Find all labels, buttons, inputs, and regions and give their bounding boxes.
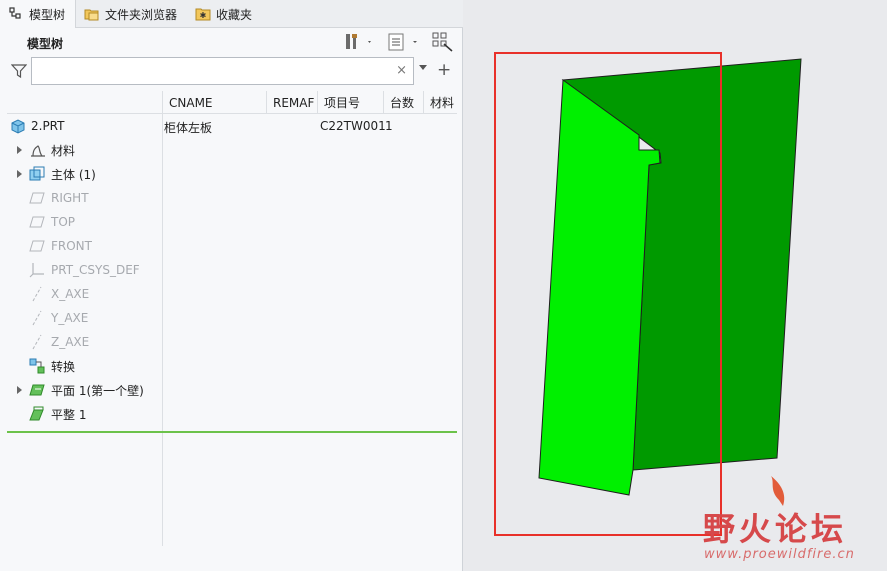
datum-axis-icon [29, 334, 45, 350]
tree-settings-icon [344, 32, 374, 55]
part-icon [10, 118, 26, 134]
tree-row-x-axe[interactable]: X_AXE [7, 282, 457, 306]
insert-here-marker[interactable] [7, 431, 457, 433]
tree-item-label: Y_AXE [51, 311, 89, 325]
tree-row-top[interactable]: TOP [7, 210, 457, 234]
model-tree-icon [8, 6, 24, 22]
datum-plane-icon [29, 190, 45, 206]
tab-folder-browser[interactable]: 文件夹浏览器 [76, 0, 187, 28]
material-icon [29, 142, 45, 158]
tree-item-label: FRONT [51, 239, 92, 253]
datum-axis-icon [29, 310, 45, 326]
tree-row-root[interactable]: 2.PRT 柜体左板 C22TW001 1 [7, 114, 457, 138]
tab-label: 模型树 [29, 7, 66, 22]
watermark-text: 野火论坛 [703, 510, 848, 548]
expand-arrow-icon[interactable] [17, 146, 22, 154]
graphics-window[interactable]: 野火论坛 www.proewildfire.cn [463, 0, 887, 571]
convert-icon [29, 358, 45, 374]
tab-label: 收藏夹 [216, 7, 253, 22]
tree-item-label: 平整 1 [51, 407, 87, 422]
navigator-tabbar: 模型树 文件夹浏览器 ✱ 收藏夹 [0, 0, 463, 28]
tree-filter-icon [432, 32, 454, 55]
filter-funnel-icon[interactable] [10, 63, 28, 79]
tree-row-material[interactable]: 材料 [7, 138, 457, 162]
tree-row-y-axe[interactable]: Y_AXE [7, 306, 457, 330]
cell-count: 1 [385, 119, 393, 133]
expand-arrow-icon[interactable] [17, 170, 22, 178]
column-header-cname[interactable]: CNAME [162, 91, 266, 114]
tab-favorites[interactable]: ✱ 收藏夹 [187, 0, 262, 28]
tree-item-label: RIGHT [51, 191, 89, 205]
cell-cname: 柜体左板 [164, 121, 213, 135]
tree-item-label: Z_AXE [51, 335, 90, 349]
cell-project: C22TW001 [320, 119, 386, 133]
tree-show-icon [387, 32, 421, 55]
tree-row-planar-wall[interactable]: 平面 1(第一个壁) [7, 378, 457, 402]
tree-row-body[interactable]: 主体 (1) [7, 162, 457, 186]
body-icon [29, 166, 45, 182]
column-header-remark[interactable]: REMAF [266, 91, 317, 114]
expand-arrow-icon[interactable] [17, 386, 22, 394]
folder-browser-icon [84, 6, 100, 22]
datum-axis-icon [29, 286, 45, 302]
watermark-url: www.proewildfire.cn [704, 547, 855, 562]
search-dropdown-button[interactable] [419, 65, 427, 70]
tab-label: 文件夹浏览器 [105, 7, 178, 22]
tree-row-right[interactable]: RIGHT [7, 186, 457, 210]
tree-item-label: 转换 [51, 359, 76, 374]
tree-item-label: 主体 (1) [51, 167, 96, 182]
tree-row-front[interactable]: FRONT [7, 234, 457, 258]
planar-wall-icon [29, 382, 45, 398]
tree-item-label: PRT_CSYS_DEF [51, 263, 140, 277]
tree-show-button[interactable] [387, 33, 421, 53]
column-header-project[interactable]: 项目号 [317, 91, 383, 114]
tab-model-tree[interactable]: 模型树 [0, 0, 77, 28]
svg-text:✱: ✱ [200, 11, 207, 20]
tree-row-convert[interactable]: 转换 [7, 354, 457, 378]
add-column-button[interactable]: + [437, 60, 451, 80]
favorites-icon: ✱ [195, 6, 211, 22]
tree-item-label: 平面 1(第一个壁) [51, 383, 144, 398]
flat-wall-icon [29, 406, 45, 422]
csys-icon [29, 262, 45, 278]
column-header-material[interactable]: 材料 [423, 91, 457, 114]
datum-plane-icon [29, 238, 45, 254]
datum-plane-icon [29, 214, 45, 230]
watermark-flame-icon [771, 476, 785, 506]
tree-row-csys[interactable]: PRT_CSYS_DEF [7, 258, 457, 282]
tree-search-field[interactable]: × [31, 57, 414, 85]
clear-search-button[interactable]: × [396, 64, 407, 78]
panel-title: 模型树 [27, 37, 64, 51]
tree-row-flat-wall[interactable]: 平整 1 [7, 402, 457, 426]
model-viewport[interactable] [463, 0, 887, 571]
tree-settings-button[interactable] [344, 33, 374, 53]
tree-column-header: CNAME REMAF 项目号 台数 材料 [7, 91, 457, 114]
tree-item-label: 材料 [51, 143, 76, 158]
tree-row-z-axe[interactable]: Z_AXE [7, 330, 457, 354]
app-window: 模型树 文件夹浏览器 ✱ 收藏夹 模型树 × + CNAME REMAF 项目号… [0, 0, 887, 571]
tree-filter-button[interactable] [432, 32, 454, 55]
column-header-count[interactable]: 台数 [383, 91, 423, 114]
tree-item-label: X_AXE [51, 287, 90, 301]
model-tree-panel: 模型树 文件夹浏览器 ✱ 收藏夹 模型树 × + CNAME REMAF 项目号… [0, 0, 463, 571]
search-input[interactable] [32, 58, 382, 84]
tree-item-label: 2.PRT [31, 119, 65, 133]
tree-item-label: TOP [51, 215, 76, 229]
